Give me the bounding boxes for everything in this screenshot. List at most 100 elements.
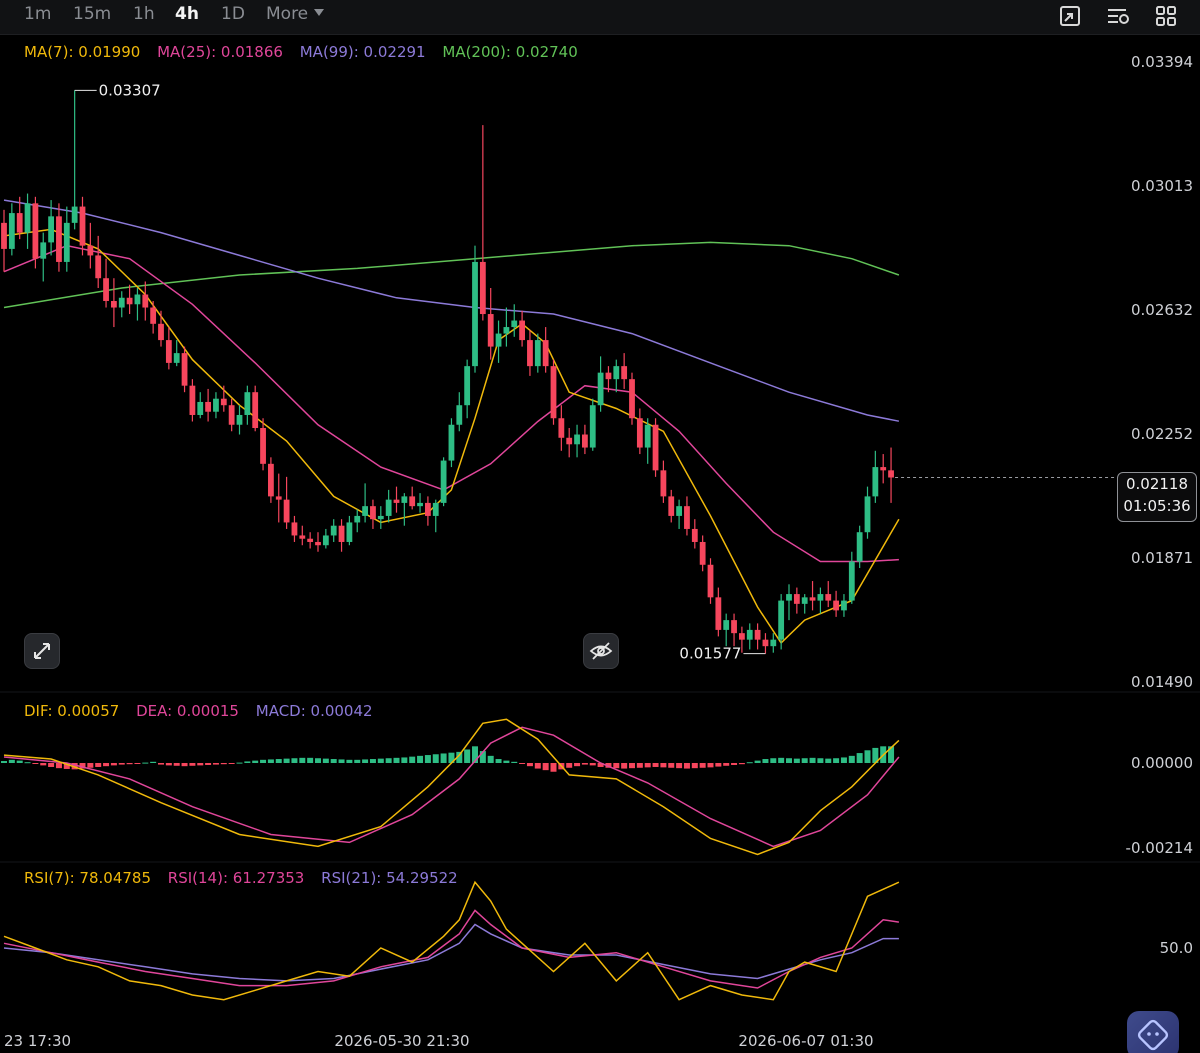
candle-body	[558, 418, 565, 438]
rsi7-legend: RSI(7): 78.04785	[24, 869, 152, 887]
macd-histogram-bar	[668, 763, 675, 768]
more-dropdown[interactable]: More	[266, 4, 324, 24]
tab-1m[interactable]: 1m	[24, 4, 51, 24]
macd-histogram-bar	[1, 761, 7, 763]
hide-indicators-button[interactable]	[583, 633, 619, 669]
macd-histogram-bar	[401, 757, 408, 763]
macd-histogram-bar	[212, 763, 219, 765]
macd-histogram-bar	[778, 757, 785, 763]
macd-histogram-bar	[424, 755, 431, 763]
macd-histogram-bar	[542, 763, 549, 771]
layout-grid-icon[interactable]	[1153, 3, 1179, 29]
candle-body	[393, 499, 400, 503]
candle-body	[864, 496, 871, 533]
candle-body	[291, 522, 298, 536]
candle-body	[582, 434, 588, 448]
tab-15m[interactable]: 15m	[73, 4, 111, 24]
macd-histogram-bar	[103, 763, 110, 767]
candle-body	[684, 506, 690, 529]
macd-histogram-bar	[55, 763, 62, 769]
candle-body	[432, 502, 439, 516]
ma99-line	[3, 199, 900, 422]
candle-body	[801, 597, 808, 604]
macd-histogram-bar	[417, 755, 424, 763]
macd-histogram-bar	[754, 760, 761, 763]
tab-4h[interactable]: 4h	[175, 4, 199, 24]
fullscreen-box-icon[interactable]	[1057, 3, 1083, 29]
macd-histogram-bar	[267, 759, 274, 763]
assistant-button[interactable]	[1127, 1011, 1179, 1053]
chart-screen: 1m 15m 1h 4h 1D More 0.03394 0.03013 0.0…	[0, 0, 1200, 1053]
ma99-legend: MA(99): 0.02291	[299, 43, 426, 61]
macd-histogram-bar	[621, 763, 628, 769]
candle-body	[534, 340, 541, 367]
macd-histogram-bar	[409, 756, 416, 763]
macd-histogram-bar	[16, 760, 23, 763]
low-marker-label: 0.01577	[679, 645, 741, 663]
macd-histogram-bar	[652, 763, 659, 767]
macd-histogram-bar	[432, 754, 439, 763]
candle-body	[691, 528, 698, 542]
macd-histogram-bar	[307, 757, 314, 763]
macd-histogram-bar	[24, 762, 31, 764]
candle-body	[118, 297, 125, 308]
candle-body	[472, 261, 478, 367]
candle-body	[165, 340, 172, 363]
macd-histogram-bar	[534, 763, 541, 769]
macd-histogram-bar	[126, 763, 133, 765]
candle-body	[79, 206, 86, 246]
price-axis-label: 0.03394	[1131, 53, 1193, 71]
candle-body	[330, 525, 337, 536]
price-chart-canvas[interactable]: 0.03394 0.03013 0.02632 0.02252 0.01871 0.014…	[0, 34, 1200, 1053]
macd-histogram-bar	[629, 763, 635, 769]
macd-histogram-bar	[354, 759, 361, 763]
expand-button[interactable]	[24, 633, 60, 669]
macd-histogram-bar	[346, 759, 353, 763]
candle-body	[1, 222, 7, 249]
candle-body	[346, 522, 353, 542]
macd-histogram-bar	[691, 763, 698, 769]
macd-value-legend: MACD: 0.00042	[255, 702, 373, 720]
candle-body	[739, 633, 745, 640]
candle-body	[16, 213, 23, 233]
macd-histogram-bar	[440, 753, 447, 763]
expand-arrows-icon	[34, 643, 50, 659]
tab-1h[interactable]: 1h	[133, 4, 155, 24]
macd-histogram-bar	[676, 763, 683, 769]
candle-body	[385, 499, 392, 516]
macd-histogram-bar	[110, 763, 117, 766]
candle-body	[464, 366, 471, 406]
macd-histogram-bar	[118, 763, 125, 765]
candle-body	[699, 541, 706, 565]
candle-body	[778, 600, 785, 640]
candle-body	[32, 203, 39, 259]
macd-histogram-bar	[581, 763, 588, 765]
candle-body	[315, 541, 321, 546]
candle-body	[574, 434, 580, 445]
tab-1d[interactable]: 1D	[221, 4, 245, 24]
macd-histogram-bar	[464, 749, 471, 763]
macd-histogram-bar	[574, 763, 581, 767]
candle-body	[142, 294, 149, 308]
rsi14-legend: RSI(14): 61.27353	[167, 869, 305, 887]
ma25-legend: MA(25): 0.01866	[157, 43, 283, 61]
current-price: 0.02118	[1125, 475, 1189, 493]
candle-body	[770, 639, 777, 647]
ma200-legend: MA(200): 0.02740	[442, 43, 578, 61]
macd-histogram-bar	[150, 761, 157, 763]
indicator-settings-icon[interactable]	[1105, 3, 1131, 29]
candle-body	[173, 353, 180, 363]
candle-body	[487, 314, 494, 347]
timeframe-toolbar: 1m 15m 1h 4h 1D More	[0, 0, 1200, 35]
candle-body	[322, 535, 329, 546]
candle-body	[786, 594, 792, 601]
candle-body	[856, 532, 863, 562]
macd-histogram-bar	[220, 763, 227, 765]
candle-body	[8, 213, 15, 249]
candle-body	[283, 499, 290, 523]
candle-body	[197, 401, 204, 415]
candle-body	[126, 297, 133, 305]
macd-histogram-bar	[205, 763, 212, 765]
macd-histogram-bar	[786, 758, 792, 763]
macd-histogram-bar	[566, 763, 573, 768]
